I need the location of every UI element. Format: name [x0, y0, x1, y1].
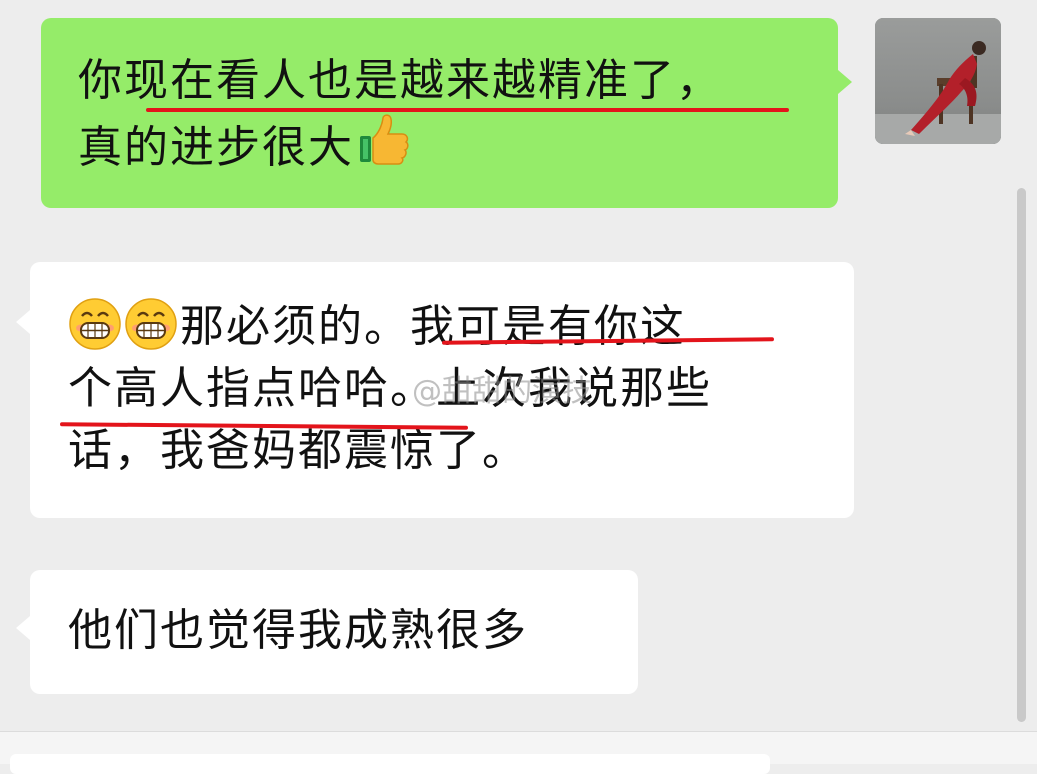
red-underline	[146, 108, 789, 112]
grinning-face-icon	[124, 297, 178, 351]
chat-view: 你现在看人也是越来越精准了， 真的进步很大 那必须的。我可是有你这 个高人指点哈…	[0, 0, 1037, 774]
avatar-photo-icon	[875, 18, 1001, 144]
message-bubble-incoming[interactable]: 他们也觉得我成熟很多	[16, 570, 638, 694]
user-avatar[interactable]	[875, 18, 1001, 144]
watermark: @甜甜的演技	[412, 374, 592, 409]
message-line: 那必须的。我可是有你这	[68, 296, 824, 358]
grinning-face-icon	[68, 297, 122, 351]
message-line: 你现在看人也是越来越精准了，	[78, 55, 722, 106]
thumbs-up-icon	[354, 112, 412, 170]
scrollbar[interactable]	[1017, 188, 1026, 722]
message-line: 真的进步很大	[78, 112, 808, 179]
message-bubble-outgoing[interactable]: 你现在看人也是越来越精准了， 真的进步很大	[41, 18, 852, 208]
message-line: 他们也觉得我成熟很多	[68, 605, 528, 656]
message-input[interactable]	[10, 754, 770, 774]
